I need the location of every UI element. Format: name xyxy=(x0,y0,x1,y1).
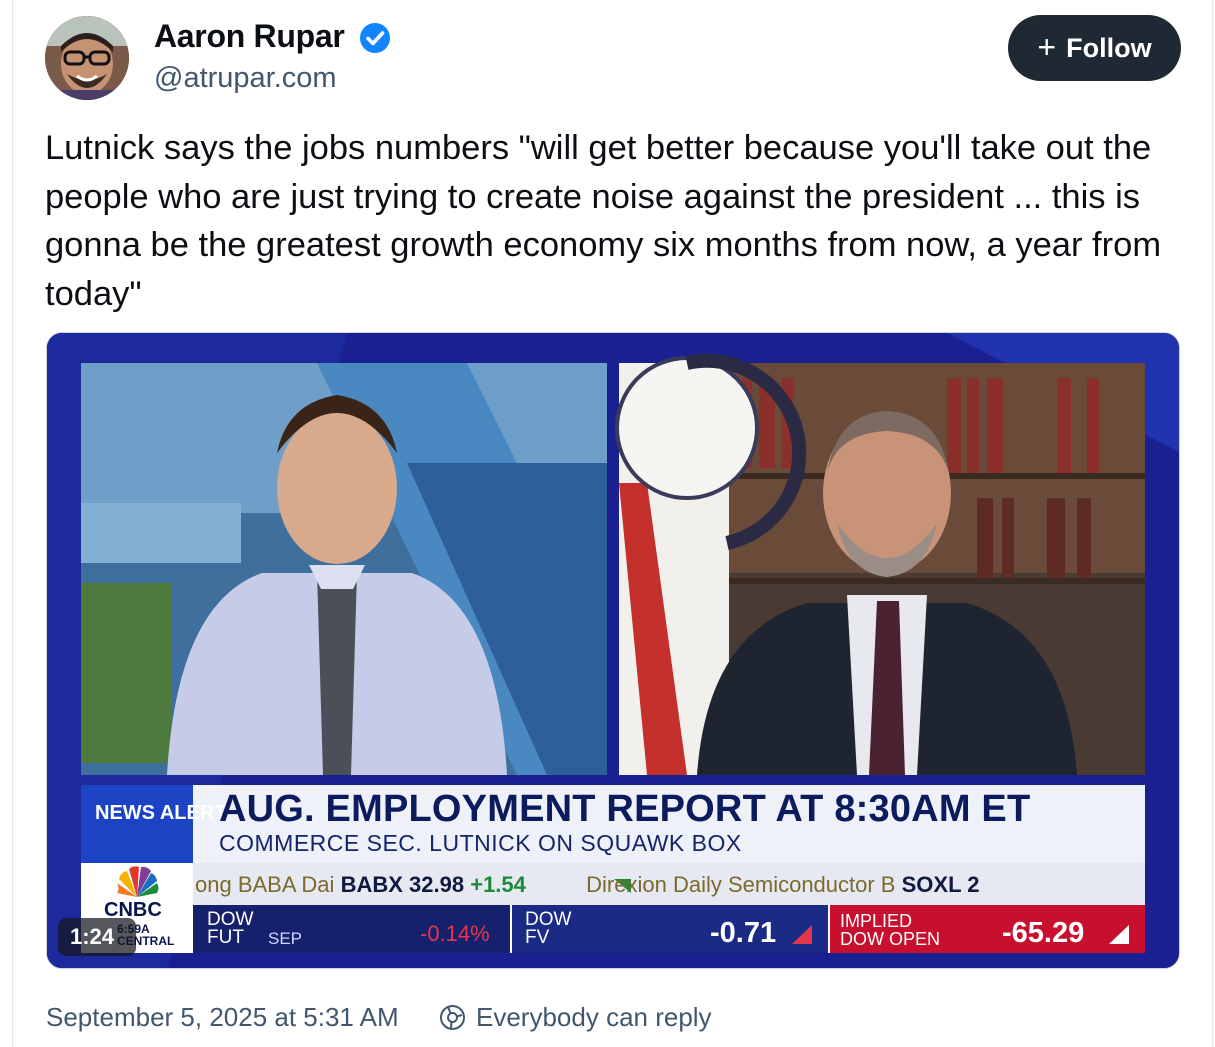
ticker-price: 32.98 xyxy=(409,872,465,897)
ticker-symbol: BABX xyxy=(340,872,403,897)
stock-ticker: ong BABA Dai BABX 32.98 +1.54 Direxion D… xyxy=(195,872,979,898)
plus-icon: + xyxy=(1037,28,1057,65)
implied-dow-open-value: -65.29 xyxy=(1002,917,1085,949)
video-player[interactable]: NEWS ALERT AUG. EMPLOYMENT REPORT AT 8:3… xyxy=(46,332,1180,969)
dow-fut-month: SEP xyxy=(268,929,303,948)
chyron-subline: COMMERCE SEC. LUTNICK ON SQUAWK BOX xyxy=(219,830,742,856)
dow-fv-label: DOW FV xyxy=(525,909,572,948)
video-duration-badge: 1:24 xyxy=(58,918,136,956)
ticker-next-symbol: SOXL 2 xyxy=(901,872,980,897)
post-text: Lutnick says the jobs numbers "will get … xyxy=(45,129,1162,313)
avatar-image xyxy=(45,16,129,100)
avatar[interactable] xyxy=(45,16,129,100)
ticker-next-name: Direxion Daily Semiconductor B xyxy=(586,872,896,897)
chyron-headline: AUG. EMPLOYMENT REPORT AT 8:30AM ET xyxy=(219,788,1031,830)
post-timestamp[interactable]: September 5, 2025 at 5:31 AM xyxy=(46,1002,399,1033)
follow-button-label: Follow xyxy=(1066,32,1152,63)
post-frame-left-border xyxy=(12,0,13,1047)
news-alert-badge: NEWS ALERT xyxy=(95,802,227,824)
verified-badge-icon xyxy=(360,23,390,53)
post-frame-right-border xyxy=(1212,0,1213,1047)
reply-setting[interactable]: Everybody can reply xyxy=(476,1002,712,1033)
dow-fut-value: -0.14% xyxy=(420,921,490,946)
author-handle[interactable]: @atrupar.com xyxy=(154,62,337,95)
implied-dow-open-label: IMPLIED DOW OPEN xyxy=(840,911,941,949)
follow-button[interactable]: + Follow xyxy=(1008,15,1181,81)
ticker-change: +1.54 xyxy=(470,872,526,897)
author-display-name[interactable]: Aaron Rupar xyxy=(154,18,345,55)
ticker-lead: ong BABA Dai xyxy=(195,872,335,897)
dow-fv-value: -0.71 xyxy=(710,917,777,949)
dow-fut-label: DOW FUT xyxy=(207,909,254,948)
reply-audience-icon xyxy=(440,1005,465,1030)
